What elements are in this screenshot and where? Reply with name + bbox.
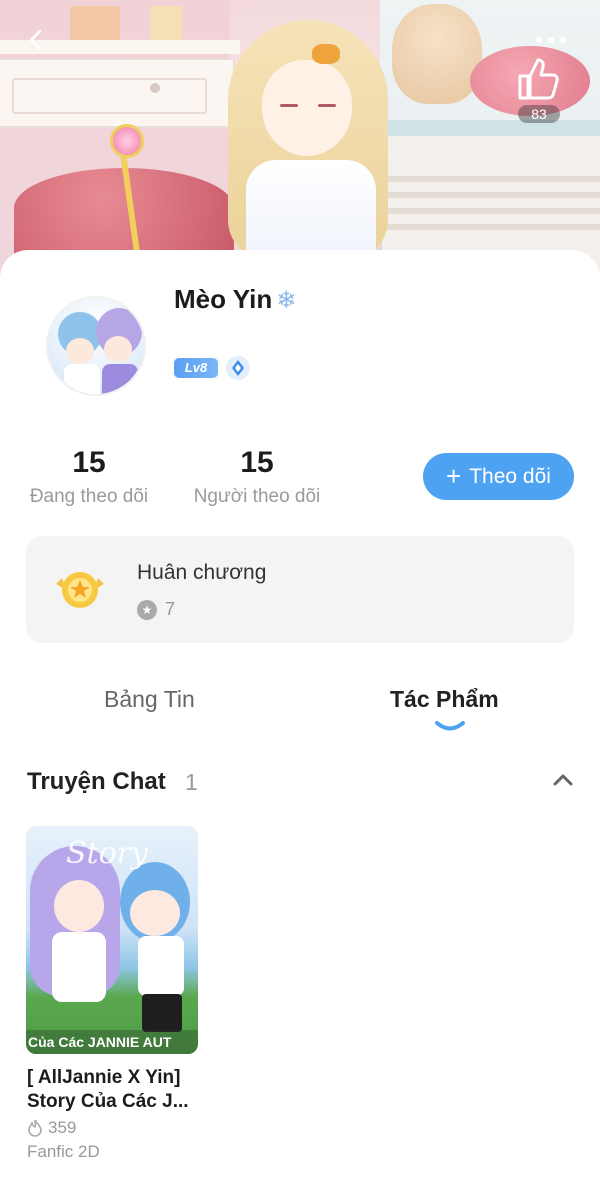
- chevron-left-icon: [29, 29, 42, 51]
- tab-news-feed[interactable]: Bảng Tin: [104, 686, 195, 713]
- banner-jar: [150, 6, 182, 42]
- profile-banner: [0, 0, 600, 290]
- medals-count-value: 7: [165, 599, 176, 619]
- followers-stat[interactable]: 15 Người theo dõi: [186, 446, 328, 508]
- banner-gift-box: [70, 6, 120, 42]
- banner-drawer: [0, 58, 235, 128]
- diamond-badge-icon: [232, 360, 244, 376]
- section-count: 1: [185, 769, 198, 795]
- follow-button-label: Theo dõi: [469, 464, 551, 488]
- banner-character-eye: [318, 104, 336, 107]
- banner-character-bow: [312, 44, 340, 64]
- story-reads-count: 359: [48, 1118, 77, 1137]
- more-dots-icon: [536, 37, 542, 43]
- medals-title: Huân chương: [137, 561, 267, 584]
- thumbs-up-icon: [518, 58, 559, 100]
- flame-icon: [28, 1119, 42, 1137]
- active-tab-indicator: [435, 721, 465, 731]
- profile-name: Mèo Yin ❄: [174, 284, 296, 315]
- avatar[interactable]: [46, 296, 146, 396]
- tab-works[interactable]: Tác Phẩm: [390, 686, 499, 713]
- snowflake-icon: ❄: [276, 285, 297, 314]
- story-title-line1: [ AllJannie X Yin]: [27, 1067, 181, 1088]
- back-button[interactable]: [24, 28, 48, 52]
- banner-character-face: [262, 60, 352, 156]
- profile-card: Mèo Yin ❄ Lv8 15 Đang theo dõi 15 Người …: [0, 250, 600, 1178]
- story-cover[interactable]: Story Của Các JANNIE AUT: [26, 826, 198, 1054]
- story-category: Fanfic 2D: [27, 1142, 100, 1161]
- banner-character-eye: [280, 104, 298, 107]
- medal-icon: [56, 572, 104, 608]
- following-label: Đang theo dõi: [29, 486, 149, 507]
- section-title: Truyện Chat: [27, 768, 166, 795]
- story-reads: 359: [27, 1118, 76, 1138]
- story-cover-title: Story: [66, 836, 148, 871]
- medals-count: ★ 7: [137, 599, 175, 620]
- plus-icon: +: [446, 460, 462, 491]
- chevron-up-icon[interactable]: [552, 772, 574, 788]
- banner-wand-heart: [110, 124, 144, 158]
- story-cover-banner: Của Các JANNIE AUT: [26, 1030, 198, 1054]
- following-stat[interactable]: 15 Đang theo dõi: [24, 446, 154, 508]
- follow-button[interactable]: + Theo dõi: [423, 453, 574, 500]
- story-title[interactable]: [ AllJannie X Yin] Story Của Các J...: [27, 1066, 207, 1114]
- followers-count: 15: [240, 446, 274, 479]
- star-badge-icon: ★: [137, 599, 157, 620]
- profile-name-text: Mèo Yin: [174, 284, 273, 314]
- medals-panel[interactable]: Huân chương ★ 7: [26, 536, 574, 643]
- following-count: 15: [72, 446, 106, 479]
- story-title-line2: Story Của Các J...: [27, 1091, 189, 1112]
- followers-label: Người theo dõi: [193, 486, 321, 507]
- banner-drawer-knob: [150, 83, 160, 93]
- level-badge[interactable]: Lv8: [174, 358, 218, 378]
- banner-window-sill: [380, 120, 600, 136]
- like-button[interactable]: 83: [514, 54, 564, 124]
- like-count: 83: [518, 105, 560, 123]
- more-options-button[interactable]: [536, 30, 572, 50]
- rank-badge[interactable]: [226, 356, 250, 380]
- banner-teddy-bear: [392, 4, 482, 104]
